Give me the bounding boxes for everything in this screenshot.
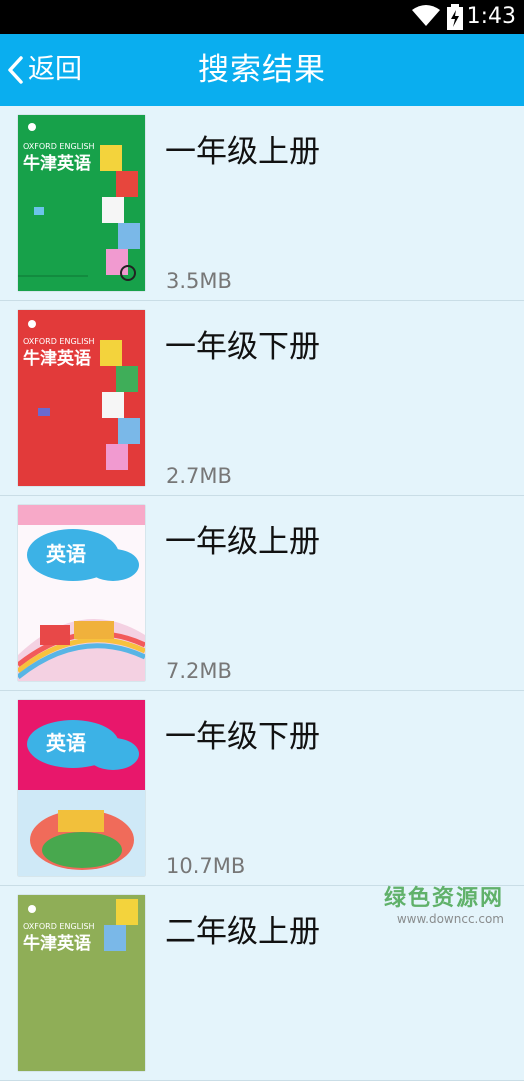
book-cover: 英语	[18, 700, 145, 876]
book-cover: OXFORD ENGLISH 牛津英语	[18, 115, 145, 291]
battery-icon	[447, 4, 463, 30]
page-title: 搜索结果	[198, 52, 326, 88]
item-title: 一年级下册	[165, 719, 320, 755]
cover-series: OXFORD ENGLISH	[23, 922, 95, 931]
results-list: OXFORD ENGLISH 牛津英语 一年级上册 3.5MB OXFORD E…	[0, 106, 524, 1081]
list-item[interactable]: 英语 一年级上册 7.2MB	[0, 496, 524, 691]
cover-series: OXFORD ENGLISH	[23, 142, 95, 151]
item-size: 3.5MB	[166, 269, 232, 293]
list-item[interactable]: OXFORD ENGLISH 牛津英语 一年级上册 3.5MB	[0, 106, 524, 301]
nav-bar: 返回 搜索结果	[0, 34, 524, 106]
watermark-url: www.downcc.com	[396, 912, 504, 926]
book-cover: OXFORD ENGLISH 牛津英语	[18, 895, 145, 1071]
item-title: 一年级上册	[165, 134, 320, 170]
cover-book-title: 牛津英语	[23, 933, 91, 954]
cover-series: OXFORD ENGLISH	[23, 337, 95, 346]
status-time: 1:43	[466, 4, 516, 29]
status-bar: 1:43	[0, 0, 524, 34]
cover-book-title: 牛津英语	[23, 153, 91, 174]
list-item[interactable]: OXFORD ENGLISH 牛津英语 一年级下册 2.7MB	[0, 301, 524, 496]
item-size: 2.7MB	[166, 464, 232, 488]
book-cover: 英语	[18, 505, 145, 681]
cover-book-title: 英语	[46, 542, 86, 566]
item-size: 10.7MB	[166, 854, 246, 878]
item-size: 7.2MB	[166, 659, 232, 683]
item-title: 二年级上册	[165, 914, 320, 950]
wifi-icon	[412, 5, 440, 26]
watermark-title: 绿色资源网	[383, 886, 504, 911]
item-title: 一年级下册	[165, 329, 320, 365]
book-cover: OXFORD ENGLISH 牛津英语	[18, 310, 145, 486]
watermark: 绿色资源网 www.downcc.com	[384, 886, 504, 926]
cover-book-title: 英语	[46, 731, 86, 755]
list-item[interactable]: 英语 一年级下册 10.7MB	[0, 691, 524, 886]
cover-book-title: 牛津英语	[23, 348, 91, 369]
item-title: 一年级上册	[165, 524, 320, 560]
